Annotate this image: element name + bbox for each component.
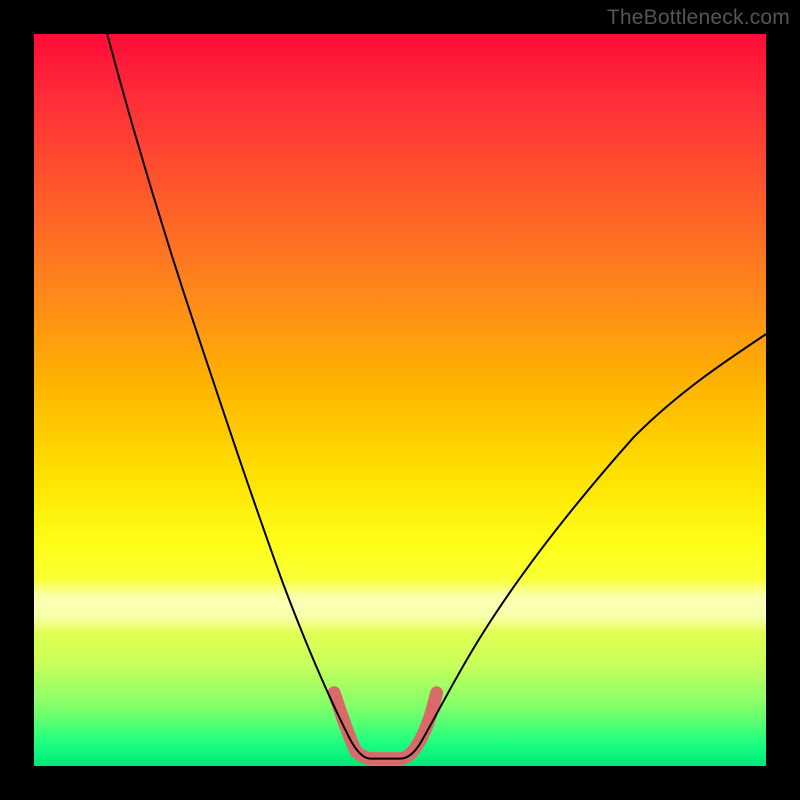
watermark-text: TheBottleneck.com <box>607 6 790 30</box>
plot-area <box>34 34 766 766</box>
valley-highlight-path <box>334 693 436 759</box>
curve-layer <box>34 34 766 766</box>
chart-frame: TheBottleneck.com <box>0 0 800 800</box>
curve-path <box>107 34 766 759</box>
